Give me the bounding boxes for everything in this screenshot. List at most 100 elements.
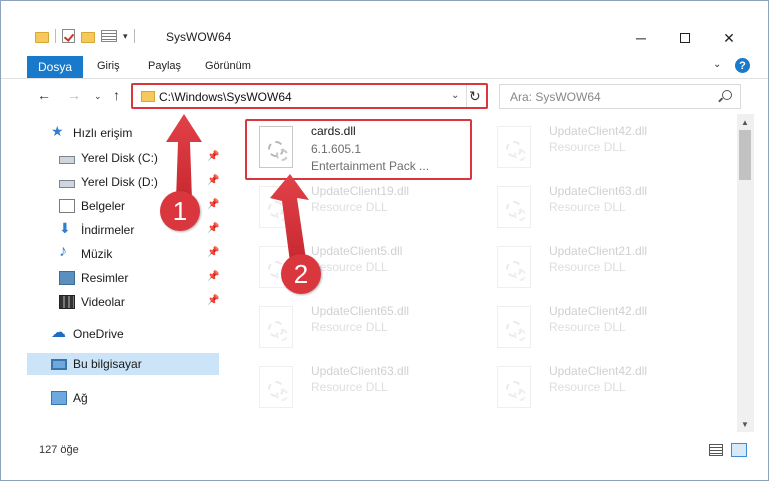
document-icon <box>59 199 75 213</box>
scroll-down-icon[interactable]: ▼ <box>741 420 749 429</box>
dll-file-icon <box>259 366 293 408</box>
file-description: Resource DLL <box>549 200 626 214</box>
sidebar-item-label: Resimler <box>81 271 129 285</box>
recent-locations-icon[interactable]: ⌄ <box>94 91 102 102</box>
sidebar-item-label: Ağ <box>73 391 88 405</box>
scrollbar-thumb[interactable] <box>739 130 751 180</box>
sidebar-item-disk-c[interactable]: Yerel Disk (C:) <box>59 147 158 169</box>
address-separator <box>466 85 467 108</box>
sidebar-item-music[interactable]: Müzik <box>59 243 112 265</box>
back-button[interactable]: ← <box>37 87 51 103</box>
pin-icon[interactable]: 📌 <box>207 247 219 258</box>
maximize-button[interactable] <box>665 27 705 49</box>
refresh-icon[interactable]: ↻ <box>469 88 481 105</box>
sidebar-item-quick-access[interactable]: Hızlı erişim <box>51 122 132 144</box>
picture-icon <box>59 271 75 285</box>
file-name: UpdateClient19.dll <box>311 184 410 198</box>
star-icon <box>51 123 67 140</box>
file-item[interactable]: UpdateClient19.dll Resource DLL <box>247 180 469 236</box>
pin-icon[interactable]: 📌 <box>207 175 219 186</box>
file-item-cards[interactable]: cards.dll 6.1.605.1 Entertainment Pack .… <box>247 120 469 176</box>
quick-access-toolbar: ▾ <box>35 29 135 43</box>
sidebar-item-label: Bu bilgisayar <box>73 357 142 371</box>
title-bar: ▾ SysWOW64 ─ ✕ <box>1 1 768 53</box>
file-name: UpdateClient21.dll <box>549 244 648 258</box>
pin-icon[interactable]: 📌 <box>207 271 219 282</box>
disk-icon <box>59 179 75 188</box>
tab-home[interactable]: Giriş <box>97 60 120 72</box>
sidebar-item-label: Belgeler <box>81 199 126 213</box>
sidebar-item-label: OneDrive <box>73 327 124 341</box>
sidebar-item-pictures[interactable]: Resimler <box>59 267 128 289</box>
up-button[interactable]: ↑ <box>113 87 120 103</box>
file-item[interactable]: UpdateClient42.dll Resource DLL <box>485 120 707 176</box>
maximize-icon <box>680 33 690 43</box>
dll-file-icon <box>259 126 293 168</box>
help-icon[interactable]: ? <box>735 58 750 73</box>
pin-icon[interactable]: 📌 <box>207 295 219 306</box>
sidebar-item-disk-d[interactable]: Yerel Disk (D:) <box>59 171 158 193</box>
disk-icon <box>59 155 75 164</box>
file-description: Entertainment Pack ... <box>311 159 430 173</box>
minimize-button[interactable]: ─ <box>621 27 661 49</box>
file-item[interactable]: UpdateClient21.dll Resource DLL <box>485 240 707 296</box>
file-item[interactable]: UpdateClient63.dll Resource DLL <box>247 360 469 416</box>
sidebar-item-onedrive[interactable]: OneDrive <box>51 323 124 345</box>
folder-icon <box>35 31 49 43</box>
sidebar-item-documents[interactable]: Belgeler <box>59 195 125 217</box>
file-name: UpdateClient42.dll <box>549 364 648 378</box>
sidebar-item-label: Yerel Disk (C:) <box>81 151 158 165</box>
file-item[interactable]: UpdateClient42.dll Resource DLL <box>485 360 707 416</box>
file-description: Resource DLL <box>549 380 626 394</box>
pin-icon[interactable]: 📌 <box>207 223 219 234</box>
address-bar[interactable]: C:\Windows\SysWOW64 ⌄ ↻ <box>132 84 488 109</box>
ribbon-tabs: Dosya Giriş Paylaş Görünüm ⌄ ? <box>1 53 768 79</box>
list-icon[interactable] <box>101 30 117 42</box>
address-dropdown-icon[interactable]: ⌄ <box>451 90 459 101</box>
tab-share[interactable]: Paylaş <box>148 60 181 72</box>
customize-dropdown-icon[interactable]: ▾ <box>123 31 128 42</box>
explorer-window: ▾ SysWOW64 ─ ✕ Dosya Giriş Paylaş Görünü… <box>0 0 769 481</box>
file-name: UpdateClient5.dll <box>311 244 403 258</box>
file-description: Resource DLL <box>311 200 388 214</box>
sidebar-item-label: Hızlı erişim <box>73 126 133 140</box>
file-description: Resource DLL <box>549 320 626 334</box>
new-folder-icon[interactable] <box>81 31 95 43</box>
file-item[interactable]: UpdateClient65.dll Resource DLL <box>247 300 469 356</box>
sidebar-item-label: Videolar <box>81 295 125 309</box>
tab-view[interactable]: Görünüm <box>205 60 251 72</box>
file-description: Resource DLL <box>549 140 626 154</box>
computer-icon <box>51 358 67 370</box>
sidebar-item-this-pc[interactable]: Bu bilgisayar <box>51 353 142 375</box>
folder-icon <box>141 91 155 102</box>
properties-check-icon[interactable] <box>62 29 75 43</box>
dll-file-icon <box>497 306 531 348</box>
dll-file-icon <box>259 306 293 348</box>
close-button[interactable]: ✕ <box>709 27 749 49</box>
file-description: Resource DLL <box>311 260 388 274</box>
sidebar-item-videos[interactable]: Videolar <box>59 291 125 313</box>
forward-button[interactable]: → <box>67 87 81 103</box>
file-name: UpdateClient42.dll <box>549 124 648 138</box>
large-icons-view-icon[interactable] <box>731 443 747 457</box>
pin-icon[interactable]: 📌 <box>207 151 219 162</box>
pin-icon[interactable]: 📌 <box>207 199 219 210</box>
scroll-up-icon[interactable]: ▲ <box>741 118 749 127</box>
download-icon <box>59 220 75 237</box>
file-item[interactable]: UpdateClient42.dll Resource DLL <box>485 300 707 356</box>
search-icon[interactable] <box>722 90 732 100</box>
vertical-scrollbar[interactable]: ▲ ▼ <box>737 114 754 432</box>
details-view-icon[interactable] <box>709 444 723 456</box>
tab-file[interactable]: Dosya <box>27 56 83 78</box>
search-input[interactable]: Ara: SysWOW64 <box>499 84 741 109</box>
address-path[interactable]: C:\Windows\SysWOW64 <box>159 90 292 104</box>
dll-file-icon <box>497 366 531 408</box>
toolbar-separator <box>55 29 56 43</box>
video-icon <box>59 295 75 309</box>
ribbon-expand-icon[interactable]: ⌄ <box>713 59 721 70</box>
sidebar-item-label: Yerel Disk (D:) <box>81 175 158 189</box>
file-item[interactable]: UpdateClient63.dll Resource DLL <box>485 180 707 236</box>
sidebar-item-network[interactable]: Ağ <box>51 387 88 409</box>
file-item[interactable]: UpdateClient5.dll Resource DLL <box>247 240 469 296</box>
sidebar-item-downloads[interactable]: İndirmeler <box>59 219 134 241</box>
